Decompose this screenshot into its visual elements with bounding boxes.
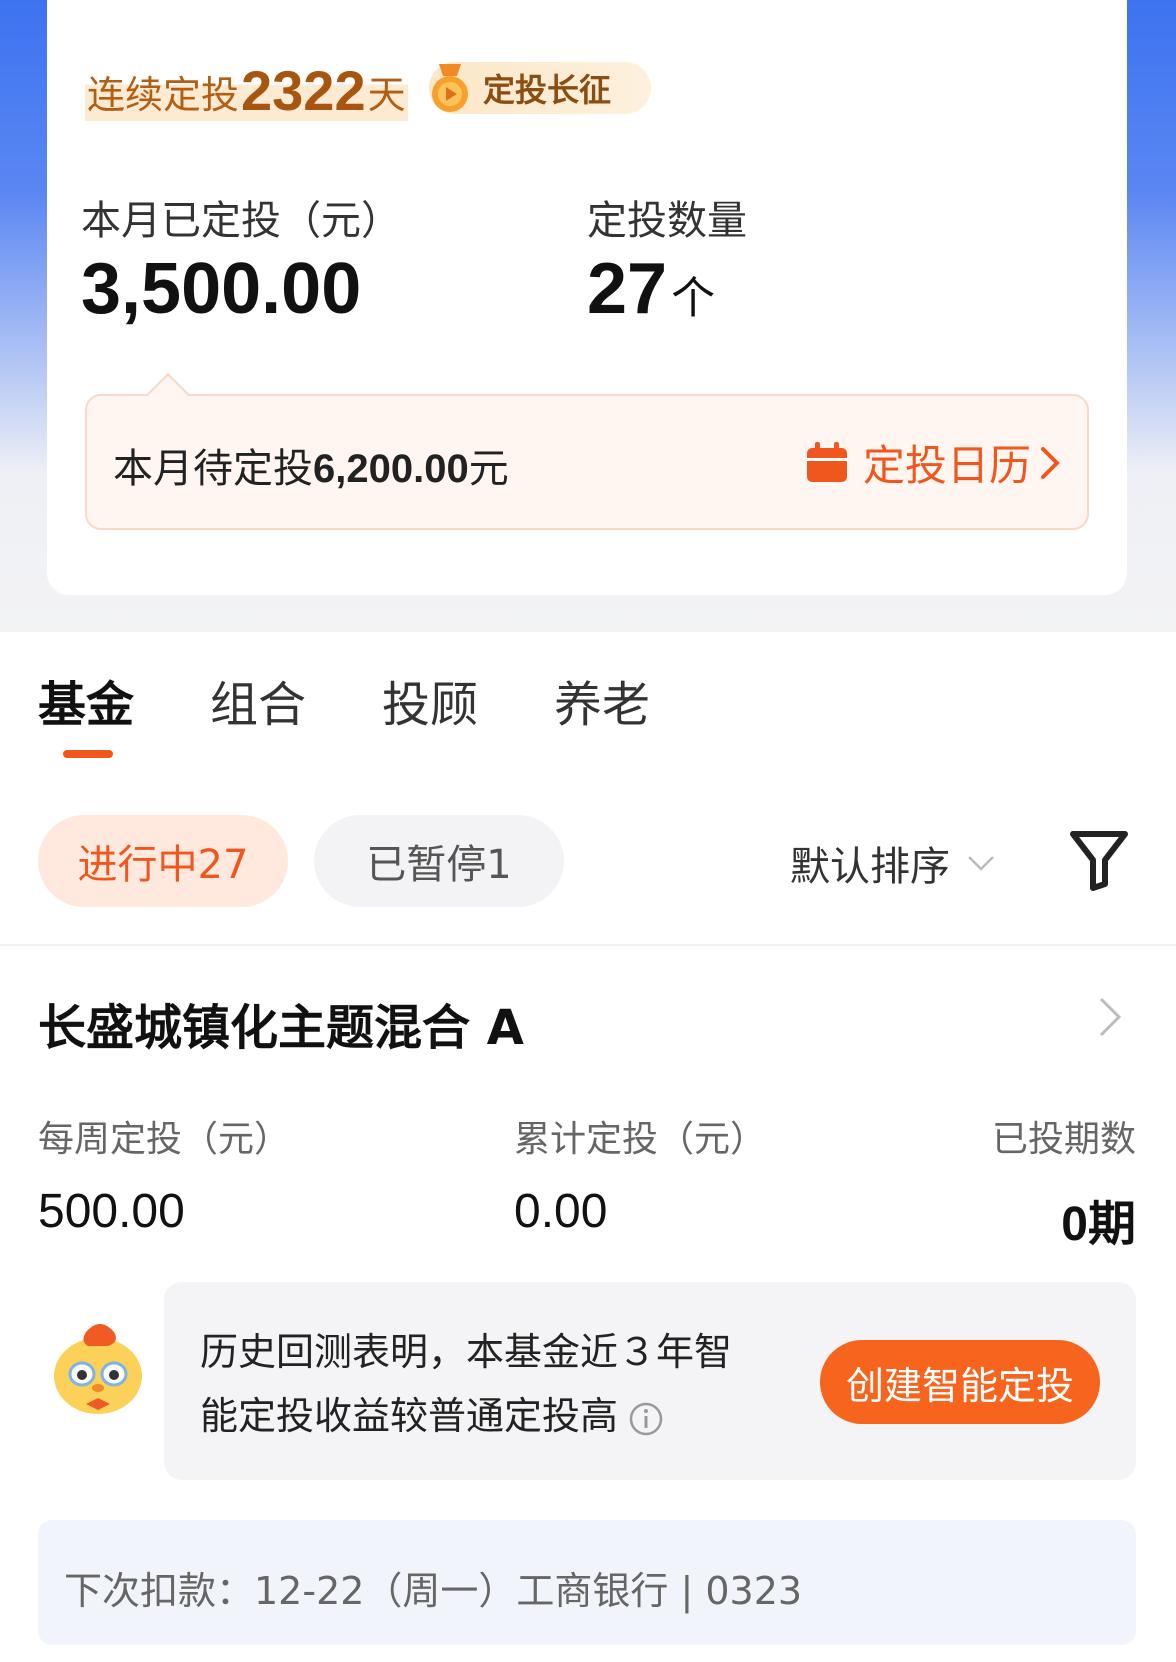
total-invested-label: 累计定投（元） [514, 1119, 767, 1160]
tip-text: 历史回测表明，本基金近３年智 能定投收益较普通定投高 [200, 1320, 800, 1448]
streak-prefix: 连续定投 [87, 73, 240, 117]
calendar-icon [806, 441, 847, 482]
pending-invest-bar: 本月待定投6,200.00元 定投日历 [85, 372, 1089, 530]
chevron-down-icon [968, 856, 994, 871]
tab-portfolio[interactable]: 组合 [210, 665, 306, 735]
category-tabs: 基金 组合 投顾 养老 [38, 665, 726, 735]
month-invested-label: 本月已定投（元） [81, 198, 401, 244]
tab-fund[interactable]: 基金 [38, 665, 134, 735]
streak-banner: 连续定投 2322 天 [85, 55, 408, 121]
tip-line-1: 历史回测表明，本基金近３年智 [200, 1330, 733, 1374]
periods-label: 已投期数 [991, 1119, 1136, 1160]
summary-card: 连续定投 2322 天 定投长征 本月已定投（元） 3,500.00 定投数量 … [47, 0, 1127, 595]
plan-count-value: 27个 [587, 248, 715, 330]
month-invested-value: 3,500.00 [81, 249, 362, 329]
pending-amount: 6,200.00 [313, 447, 469, 491]
plan-count-number: 27 [587, 249, 668, 329]
next-debit-bar: 下次扣款：12-22（周一）工商银行 | 0323 [38, 1520, 1136, 1645]
pending-suffix: 元 [468, 446, 509, 492]
chevron-right-icon[interactable] [1096, 994, 1124, 1040]
active-tab-indicator [63, 750, 113, 758]
streak-days: 2322 [241, 59, 366, 122]
tip-line-2-text: 能定投收益较普通定投高 [200, 1394, 619, 1438]
pointer-caret [146, 372, 190, 416]
divider [0, 944, 1176, 946]
total-invested-value: 0.00 [514, 1185, 608, 1238]
calendar-label: 定投日历 [862, 441, 1031, 490]
sort-label: 默认排序 [790, 844, 950, 890]
tab-advisor[interactable]: 投顾 [382, 665, 478, 735]
mascot-icon [54, 1324, 142, 1414]
weekly-amount-value: 500.00 [38, 1185, 185, 1238]
pending-prefix: 本月待定投 [113, 446, 313, 492]
smart-invest-tip: 历史回测表明，本基金近３年智 能定投收益较普通定投高 创建智能定投 [164, 1282, 1136, 1480]
chevron-right-icon [1041, 446, 1060, 479]
badge-label: 定投长征 [483, 71, 612, 109]
fund-name[interactable]: 长盛城镇化主题混合 A [38, 988, 524, 1058]
streak-suffix: 天 [367, 73, 406, 117]
tab-pension[interactable]: 养老 [554, 665, 650, 735]
in-progress-chip[interactable]: 进行中27 [38, 815, 288, 907]
filter-icon[interactable] [1068, 828, 1130, 892]
plan-count-unit: 个 [671, 274, 716, 323]
paused-chip[interactable]: 已暂停1 [314, 815, 564, 907]
create-smart-invest-button[interactable]: 创建智能定投 [820, 1340, 1100, 1424]
invest-calendar-link[interactable]: 定投日历 [805, 432, 1061, 493]
plan-count-label: 定投数量 [587, 198, 747, 244]
periods-value: 0期 [1061, 1198, 1136, 1251]
tip-line-2: 能定投收益较普通定投高 [200, 1384, 800, 1448]
sort-dropdown[interactable]: 默认排序 [790, 834, 996, 892]
long-march-badge[interactable]: 定投长征 [429, 62, 651, 114]
pending-invest-text: 本月待定投6,200.00元 [113, 436, 509, 494]
weekly-amount-label: 每周定投（元） [38, 1119, 291, 1160]
medal-icon [429, 64, 471, 112]
info-icon[interactable] [628, 1401, 664, 1437]
next-debit-text: 下次扣款：12-22（周一）工商银行 | 0323 [64, 1569, 803, 1613]
